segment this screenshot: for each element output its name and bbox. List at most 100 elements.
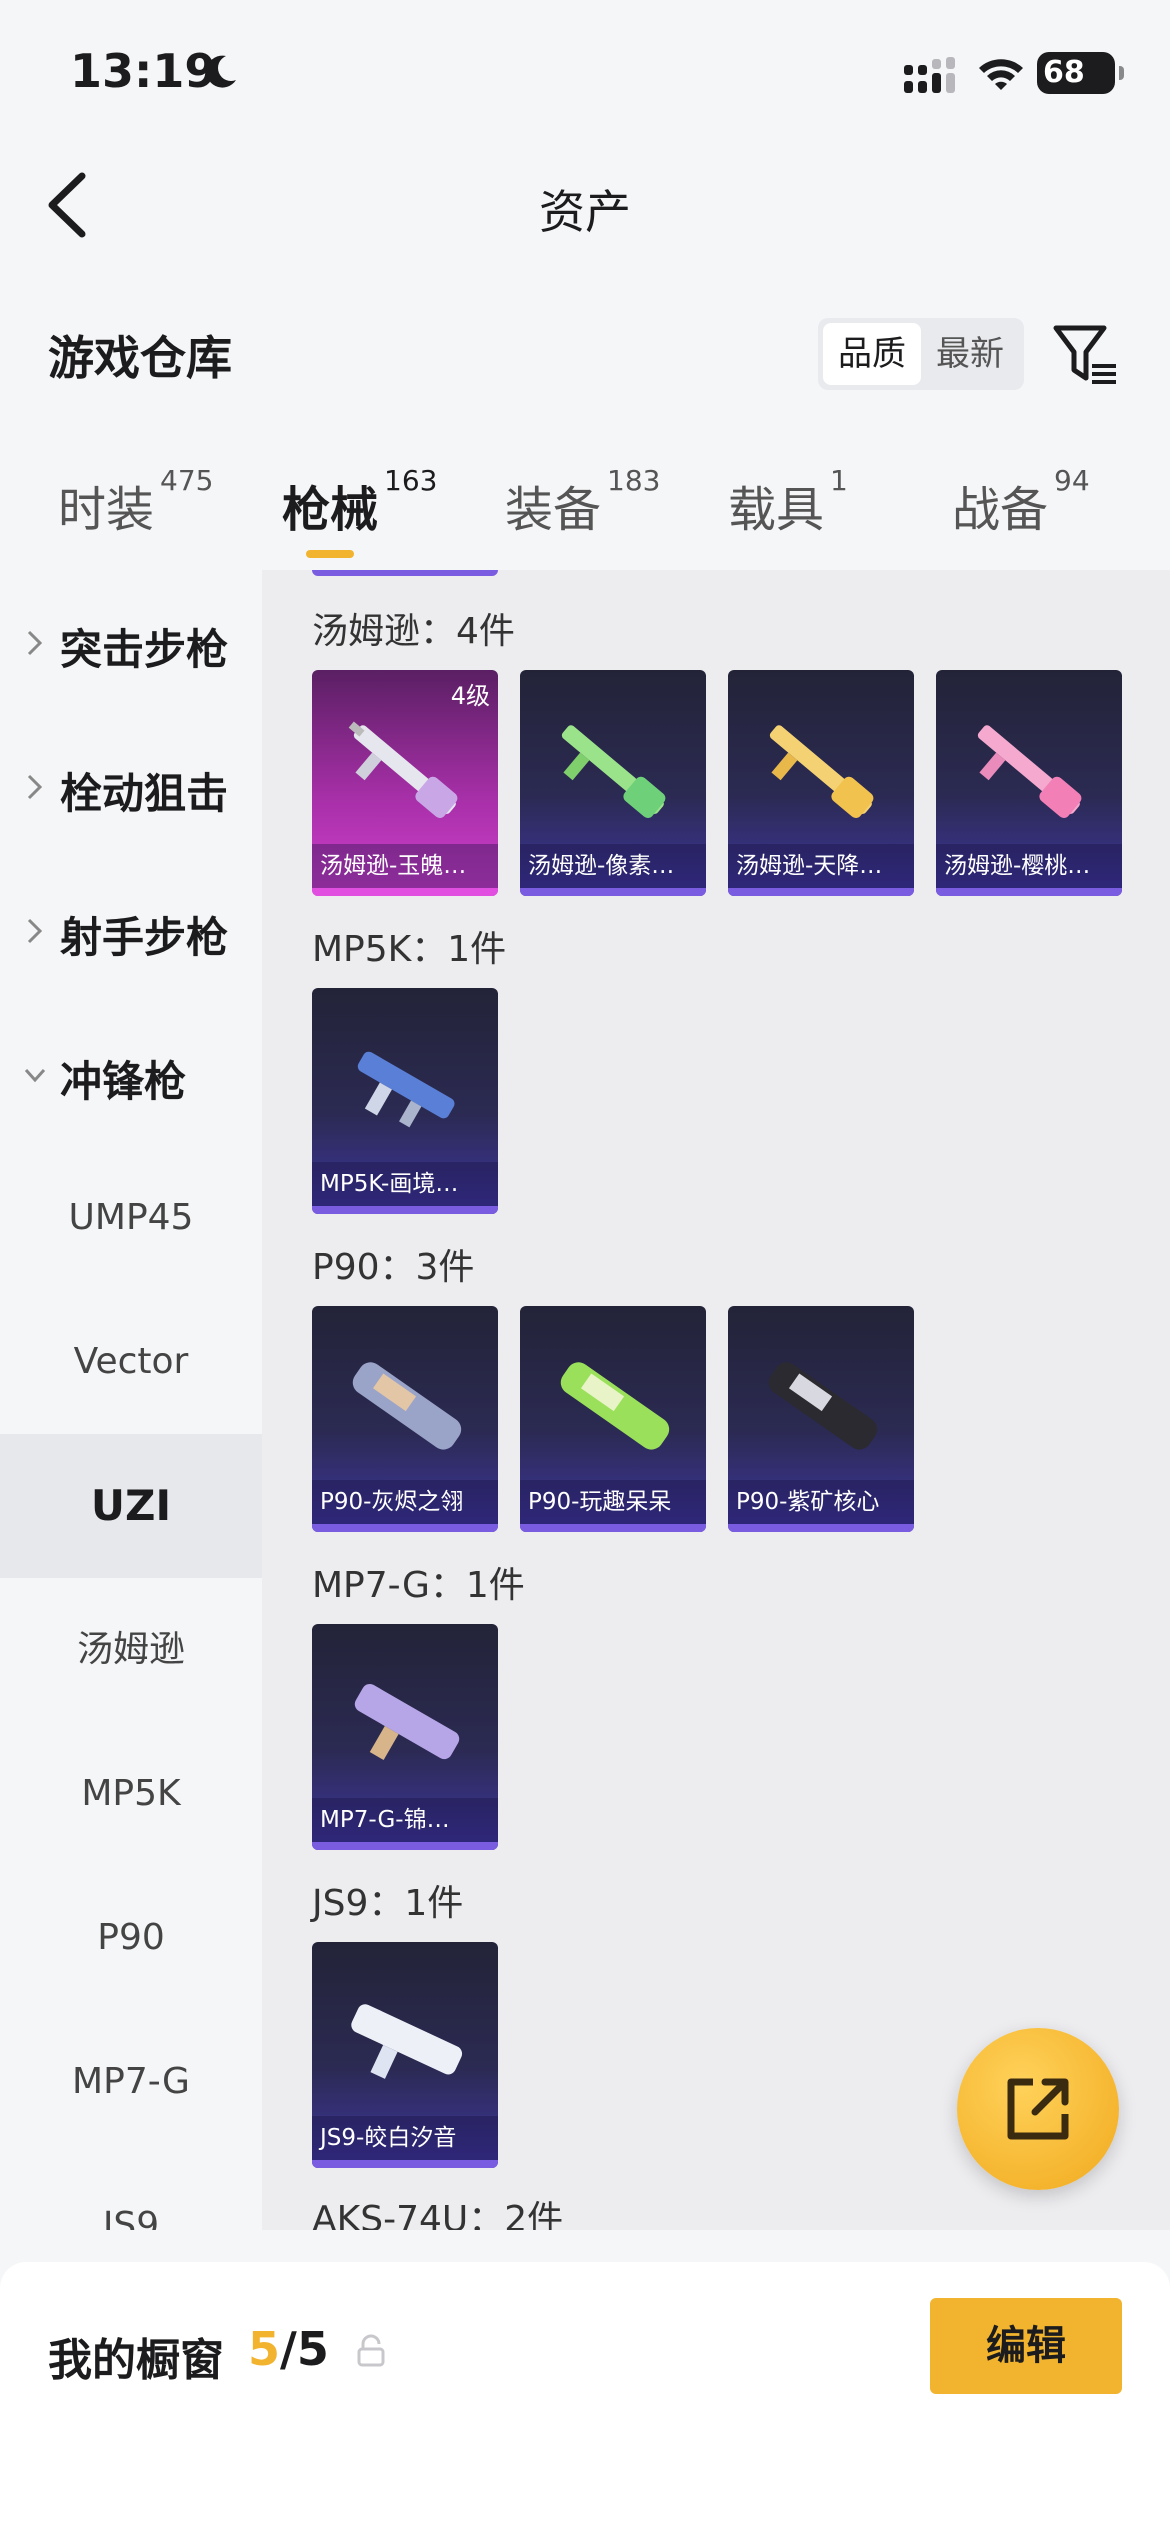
weapon-name: 汤姆逊-玉魄… [312, 844, 498, 888]
rarity-bar [936, 888, 1122, 896]
moon-icon [206, 55, 236, 88]
gun-icon [769, 725, 874, 818]
status-time: 13:19 [70, 44, 217, 98]
gun-icon [357, 1051, 455, 1128]
nav-bar: 资产 [0, 150, 1170, 260]
rarity-bar [520, 1524, 706, 1532]
gun-icon [348, 721, 458, 818]
weapon-name: JS9-皎白汐音 [312, 2116, 498, 2160]
sidebar-sub-p90[interactable]: P90 [0, 1866, 262, 2010]
tab-label: 载具 [728, 482, 825, 538]
page-title: 资产 [539, 185, 631, 239]
status-bar: 13:19 68 [0, 0, 1170, 150]
showcase-current: 5 [248, 2322, 281, 2376]
weapon-card[interactable]: JS9-皎白汐音 [312, 1942, 498, 2168]
tab-supplies[interactable]: 战备94 [952, 464, 1090, 540]
share-icon [1007, 2078, 1069, 2140]
weapon-name: 汤姆逊-樱桃… [936, 844, 1122, 888]
tab-equipment[interactable]: 装备183 [505, 464, 660, 540]
rarity-bar [312, 1842, 498, 1850]
chevron-down-icon [24, 1068, 46, 1083]
weapon-card[interactable]: P90-灰烬之翎 [312, 1306, 498, 1532]
battery-indicator: 68 [1037, 52, 1124, 94]
weapon-name: MP5K-画境… [312, 1162, 498, 1206]
weapon-card[interactable]: P90-紫矿核心 [728, 1306, 914, 1532]
tab-count: 94 [1054, 464, 1090, 497]
edit-button[interactable]: 编辑 [930, 2298, 1122, 2394]
rarity-bar [312, 888, 498, 896]
group-title-mp7g: MP7-G：1件 [312, 1565, 525, 1606]
weapon-content: 汤姆逊：4件 4级 汤姆逊-玉魄… 汤姆逊-像素… 汤姆逊-天降… 汤姆逊-樱桃… [262, 570, 1170, 2230]
weapon-sidebar: 突击步枪 栓动狙击 射手步枪 冲锋枪 UMP45 Vector UZI 汤姆逊 … [0, 570, 262, 2230]
gun-icon [561, 725, 666, 818]
weapon-card[interactable]: MP5K-画境… [312, 988, 498, 1214]
sidebar-item-assault-rifle[interactable]: 突击步枪 [0, 570, 262, 714]
share-button[interactable] [957, 2028, 1119, 2190]
weapon-name: 汤姆逊-像素… [520, 844, 706, 888]
sidebar-item-label: 冲锋枪 [60, 1057, 187, 1106]
rarity-bar [520, 888, 706, 896]
sidebar-sub-vector[interactable]: Vector [0, 1290, 262, 1434]
weapon-name: P90-紫矿核心 [728, 1480, 914, 1524]
weapon-card[interactable]: 汤姆逊-樱桃… [936, 670, 1122, 896]
warehouse-header: 游戏仓库 品质 最新 [0, 300, 1170, 420]
rarity-bar [312, 1524, 498, 1532]
sidebar-item-bolt-sniper[interactable]: 栓动狙击 [0, 714, 262, 858]
weapon-name: 汤姆逊-天降… [728, 844, 914, 888]
sidebar-item-label: 栓动狙击 [60, 769, 229, 818]
sidebar-sub-js9[interactable]: JS9 [0, 2154, 262, 2230]
lock-icon [357, 2334, 385, 2367]
tab-label: 战备 [952, 482, 1049, 538]
tab-fashion[interactable]: 时装475 [58, 464, 213, 540]
wifi-icon [979, 59, 1023, 90]
gun-icon [977, 725, 1082, 818]
tab-label: 枪械 [282, 482, 379, 538]
group-title-thompson: 汤姆逊：4件 [312, 611, 515, 652]
weapon-card[interactable]: 4级 汤姆逊-玉魄… [312, 670, 498, 896]
weapon-card[interactable]: P90-玩趣呆呆 [520, 1306, 706, 1532]
showcase-bar: 我的橱窗 5/5 编辑 [0, 2262, 1170, 2532]
category-tabs: 时装475 枪械163 装备183 载具1 战备94 [0, 458, 1170, 570]
level-badge: 4级 [450, 682, 490, 710]
tab-count: 163 [384, 464, 438, 497]
tab-label: 时装 [58, 482, 155, 538]
sidebar-sub-thompson[interactable]: 汤姆逊 [0, 1578, 262, 1722]
gun-icon [354, 1683, 460, 1761]
weapon-card[interactable]: 汤姆逊-天降… [728, 670, 914, 896]
sidebar-item-marksman-rifle[interactable]: 射手步枪 [0, 858, 262, 1002]
weapon-name: MP7-G-锦… [312, 1798, 498, 1842]
sidebar-item-smg[interactable]: 冲锋枪 [0, 1002, 262, 1146]
gun-icon [351, 2004, 463, 2079]
group-title-p90: P90：3件 [312, 1247, 475, 1288]
warehouse-label: 游戏仓库 [48, 331, 232, 385]
showcase-total: /5 [280, 2322, 329, 2376]
group-title-aks74u: AKS-74U：2件 [312, 2199, 564, 2230]
gun-icon [352, 1362, 462, 1450]
tab-firearms[interactable]: 枪械163 [282, 464, 437, 540]
filter-icon[interactable] [1052, 322, 1118, 388]
weapon-card[interactable]: 汤姆逊-像素… [520, 670, 706, 896]
tab-label: 装备 [505, 482, 602, 538]
tab-vehicle[interactable]: 载具1 [728, 464, 848, 540]
group-title-mp5k: MP5K：1件 [312, 929, 507, 970]
sort-toggle: 品质 最新 [818, 318, 1024, 390]
gun-icon [560, 1362, 670, 1450]
showcase-label: 我的橱窗 [48, 2335, 224, 2386]
chevron-right-icon [27, 630, 43, 656]
sort-quality-button[interactable]: 品质 [823, 323, 921, 385]
sidebar-sub-ump45[interactable]: UMP45 [0, 1146, 262, 1290]
rarity-bar [312, 1206, 498, 1214]
sidebar-sub-uzi[interactable]: UZI [0, 1434, 262, 1578]
sidebar-item-label: 突击步枪 [60, 625, 229, 674]
weapon-name: P90-灰烬之翎 [312, 1480, 498, 1524]
showcase-count: 5/5 [248, 2322, 329, 2376]
sort-latest-button[interactable]: 最新 [921, 323, 1019, 385]
rarity-bar [312, 2160, 498, 2168]
weapon-card[interactable]: MP7-G-锦… [312, 1624, 498, 1850]
tab-count: 475 [160, 464, 214, 497]
sidebar-item-label: 射手步枪 [60, 913, 229, 962]
gun-icon [768, 1362, 878, 1450]
sidebar-sub-mp5k[interactable]: MP5K [0, 1722, 262, 1866]
sidebar-sub-mp7g[interactable]: MP7-G [0, 2010, 262, 2154]
previous-card-edge [312, 570, 498, 576]
